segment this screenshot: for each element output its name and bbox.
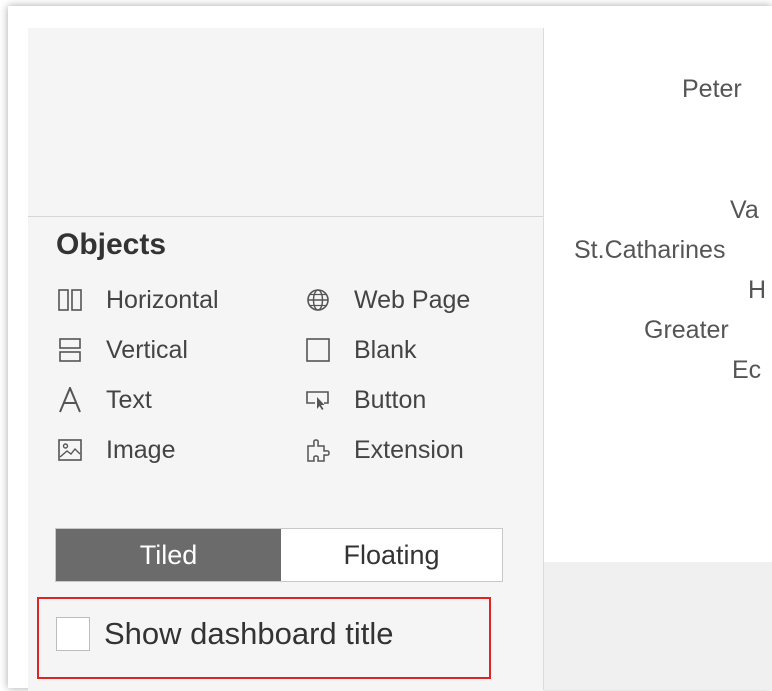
- object-web-page[interactable]: Web Page: [304, 282, 470, 318]
- object-label: Web Page: [354, 285, 471, 314]
- show-title-checkbox[interactable]: [56, 617, 90, 651]
- sizing-area: [28, 28, 544, 216]
- floating-button[interactable]: Floating: [281, 529, 502, 581]
- city-label: Greater: [644, 316, 729, 344]
- object-label: Extension: [354, 435, 464, 464]
- image-icon: [56, 436, 84, 464]
- city-label: St.Catharines: [574, 236, 726, 264]
- text-a-icon: [56, 386, 84, 414]
- object-horizontal[interactable]: Horizontal: [56, 282, 219, 318]
- object-label: Button: [354, 385, 427, 414]
- object-label: Text: [106, 385, 152, 414]
- city-label: Peter: [682, 75, 742, 103]
- object-blank[interactable]: Blank: [304, 332, 417, 368]
- button-cursor-icon: [304, 386, 332, 414]
- object-label: Vertical: [106, 335, 188, 364]
- city-label: Ec: [732, 356, 762, 384]
- globe-icon: [304, 286, 332, 314]
- vertical-container-icon: [56, 336, 84, 364]
- layout-mode-toggle: Tiled Floating: [55, 528, 503, 582]
- show-title-label: Show dashboard title: [104, 616, 394, 651]
- show-dashboard-title-option[interactable]: Show dashboard title: [56, 614, 394, 654]
- object-vertical[interactable]: Vertical: [56, 332, 188, 368]
- object-label: Image: [106, 435, 176, 464]
- dashboard-canvas: Peter Va St.Catharines H Greater Ec: [544, 0, 772, 562]
- city-label: Va: [730, 196, 759, 224]
- blank-square-icon: [304, 336, 332, 364]
- object-image[interactable]: Image: [56, 432, 175, 468]
- object-label: Horizontal: [106, 285, 219, 314]
- object-label: Blank: [354, 335, 417, 364]
- object-button[interactable]: Button: [304, 382, 426, 418]
- tiled-button[interactable]: Tiled: [56, 529, 281, 581]
- object-text[interactable]: Text: [56, 382, 152, 418]
- object-extension[interactable]: Extension: [304, 432, 464, 468]
- puzzle-piece-icon: [304, 436, 332, 464]
- city-label: H: [748, 276, 767, 304]
- objects-heading: Objects: [56, 228, 167, 261]
- horizontal-container-icon: [56, 286, 84, 314]
- canvas-footer-area: [544, 562, 772, 690]
